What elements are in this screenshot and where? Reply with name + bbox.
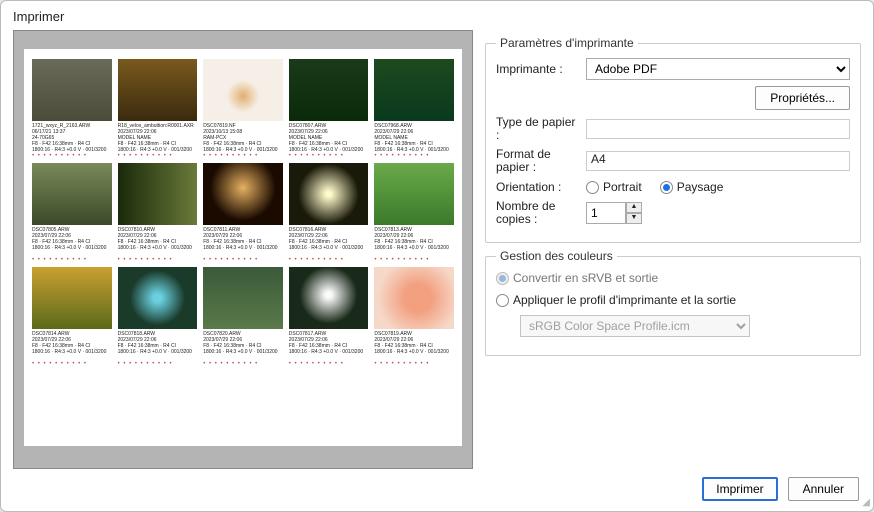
landscape-label: Paysage <box>677 180 724 194</box>
thumb-image <box>118 267 198 329</box>
convert-srgb-label: Convertir en sRVB et sortie <box>513 271 658 285</box>
thumb-meta: DSC07817.ARW2023/07/29 22:06F8 · F42 16:… <box>289 331 369 361</box>
thumb-meta: DSC07805.ARW2023/07/29 22:06F8 · F42 16:… <box>32 227 112 257</box>
thumb-cell: R18_velox_ambuttion:R0001.AXR2023/07/29 … <box>118 59 198 159</box>
thumb-cell: DSC07818.ARW2023/07/29 22:06F8 · F42 16:… <box>118 267 198 367</box>
thumb-cell: DSC07817.ARW2023/07/29 22:06F8 · F42 16:… <box>289 267 369 367</box>
thumb-image <box>289 267 369 329</box>
thumb-meta: 1721_wxyz_R_2163.ARW06/17/21 13:3724-70G… <box>32 123 112 153</box>
thumb-cell: DSC07814.ARW2023/07/29 22:06F8 · F42 16:… <box>32 267 112 367</box>
thumb-dots: • • • • • • • • • • <box>289 361 369 367</box>
thumb-image <box>374 267 454 329</box>
thumb-cell: DSC07816.ARW2023/07/29 22:06F8 · F42 16:… <box>289 163 369 263</box>
thumb-image <box>32 59 112 121</box>
thumb-meta: DSC07810.ARW2023/07/29 22:06F8 · F42 16:… <box>118 227 198 257</box>
thumb-dots: • • • • • • • • • • <box>32 361 112 367</box>
thumb-image <box>32 267 112 329</box>
thumb-image <box>374 59 454 121</box>
print-dialog: Imprimer 1721_wxyz_R_2163.ARW06/17/21 13… <box>0 0 874 512</box>
thumb-image <box>118 59 198 121</box>
thumb-meta: DSC07816.ARW2023/07/29 22:06F8 · F42 16:… <box>289 227 369 257</box>
thumb-meta: DSC07811.ARW2023/07/29 22:06F8 · F42 16:… <box>203 227 283 257</box>
thumb-image <box>203 59 283 121</box>
copies-label: Nombre de copies : <box>496 200 578 226</box>
printer-settings-group: Paramètres d'imprimante Imprimante : Ado… <box>485 36 861 243</box>
paper-size-label: Format de papier : <box>496 148 578 174</box>
portrait-label: Portrait <box>603 180 642 194</box>
thumb-meta: DSC07819.ARW2023/07/29 22:06F8 · F42 16:… <box>374 331 454 361</box>
thumb-cell: DSC07811.ARW2023/07/29 22:06F8 · F42 16:… <box>203 163 283 263</box>
thumb-dots: • • • • • • • • • • <box>32 257 112 263</box>
thumb-dots: • • • • • • • • • • <box>289 257 369 263</box>
contact-sheet-page: 1721_wxyz_R_2163.ARW06/17/21 13:3724-70G… <box>24 49 462 446</box>
copies-input[interactable] <box>586 202 626 224</box>
paper-size-value: A4 <box>586 151 850 171</box>
thumb-dots: • • • • • • • • • • <box>118 153 198 159</box>
thumb-dots: • • • • • • • • • • <box>289 153 369 159</box>
thumb-cell: DSC07819.ARW2023/07/29 22:06F8 · F42 16:… <box>374 267 454 367</box>
thumb-cell: DSC07813.ARW2023/07/29 22:06F8 · F42 16:… <box>374 163 454 263</box>
thumb-dots: • • • • • • • • • • <box>374 361 454 367</box>
window-title: Imprimer <box>13 9 64 24</box>
thumb-meta: DSC07820.ARW2023/07/29 22:06F8 · F42 16:… <box>203 331 283 361</box>
thumb-dots: • • • • • • • • • • <box>374 257 454 263</box>
thumb-meta: DSC07807.ARW2023/07/29 22:06MODEL NAMEF8… <box>289 123 369 153</box>
color-management-group: Gestion des couleurs Convertir en sRVB e… <box>485 249 861 356</box>
thumb-dots: • • • • • • • • • • <box>118 257 198 263</box>
radio-icon <box>496 294 509 307</box>
convert-srgb-radio[interactable]: Convertir en sRVB et sortie <box>496 271 658 285</box>
orientation-label: Orientation : <box>496 181 578 194</box>
thumb-cell: DSC07810.ARW2023/07/29 22:06F8 · F42 16:… <box>118 163 198 263</box>
thumb-cell: DSC07819.NF2023/10/13 15:08RAM-PCXF8 · F… <box>203 59 283 159</box>
thumb-meta: DSC07813.ARW2023/07/29 22:06F8 · F42 16:… <box>374 227 454 257</box>
thumb-dots: • • • • • • • • • • <box>32 153 112 159</box>
paper-type-label: Type de papier : <box>496 116 578 142</box>
properties-button[interactable]: Propriétés... <box>755 86 850 110</box>
thumb-cell: DSC07820.ARW2023/07/29 22:06F8 · F42 16:… <box>203 267 283 367</box>
thumb-meta: DSC07968.ARW2023/07/29 22:06MODEL NAMEF8… <box>374 123 454 153</box>
printer-settings-legend: Paramètres d'imprimante <box>496 36 638 50</box>
thumb-image <box>374 163 454 225</box>
color-management-legend: Gestion des couleurs <box>496 249 617 263</box>
apply-profile-radio[interactable]: Appliquer le profil d'imprimante et la s… <box>496 293 736 307</box>
radio-icon <box>586 181 599 194</box>
copies-up-button[interactable]: ▲ <box>626 202 642 213</box>
resize-grip-icon[interactable]: ◢ <box>862 497 870 508</box>
thumb-dots: • • • • • • • • • • <box>374 153 454 159</box>
thumb-cell: DSC07805.ARW2023/07/29 22:06F8 · F42 16:… <box>32 163 112 263</box>
thumb-meta: DSC07818.ARW2023/07/29 22:06F8 · F42 16:… <box>118 331 198 361</box>
thumb-dots: • • • • • • • • • • <box>118 361 198 367</box>
thumb-cell: DSC07968.ARW2023/07/29 22:06MODEL NAMEF8… <box>374 59 454 159</box>
thumb-meta: DSC07819.NF2023/10/13 15:08RAM-PCXF8 · F… <box>203 123 283 153</box>
thumb-dots: • • • • • • • • • • <box>203 361 283 367</box>
thumb-cell: DSC07807.ARW2023/07/29 22:06MODEL NAMEF8… <box>289 59 369 159</box>
orientation-portrait-radio[interactable]: Portrait <box>586 180 642 194</box>
orientation-landscape-radio[interactable]: Paysage <box>660 180 724 194</box>
radio-icon <box>660 181 673 194</box>
copies-down-button[interactable]: ▼ <box>626 213 642 224</box>
title-bar: Imprimer <box>1 1 873 30</box>
thumb-image <box>289 59 369 121</box>
apply-profile-label: Appliquer le profil d'imprimante et la s… <box>513 293 736 307</box>
paper-type-value <box>586 119 850 139</box>
radio-icon <box>496 272 509 285</box>
thumb-image <box>203 267 283 329</box>
thumb-meta: DSC07814.ARW2023/07/29 22:06F8 · F42 16:… <box>32 331 112 361</box>
color-profile-select[interactable]: sRGB Color Space Profile.icm <box>520 315 750 337</box>
printer-label: Imprimante : <box>496 63 578 76</box>
print-button[interactable]: Imprimer <box>702 477 777 501</box>
thumb-image <box>32 163 112 225</box>
thumb-image <box>118 163 198 225</box>
print-preview-pane: 1721_wxyz_R_2163.ARW06/17/21 13:3724-70G… <box>13 30 473 469</box>
thumb-image <box>203 163 283 225</box>
cancel-button[interactable]: Annuler <box>788 477 859 501</box>
thumb-cell: 1721_wxyz_R_2163.ARW06/17/21 13:3724-70G… <box>32 59 112 159</box>
printer-select[interactable]: Adobe PDF <box>586 58 850 80</box>
thumb-meta: R18_velox_ambuttion:R0001.AXR2023/07/29 … <box>118 123 198 153</box>
thumb-image <box>289 163 369 225</box>
thumb-dots: • • • • • • • • • • <box>203 257 283 263</box>
thumb-dots: • • • • • • • • • • <box>203 153 283 159</box>
